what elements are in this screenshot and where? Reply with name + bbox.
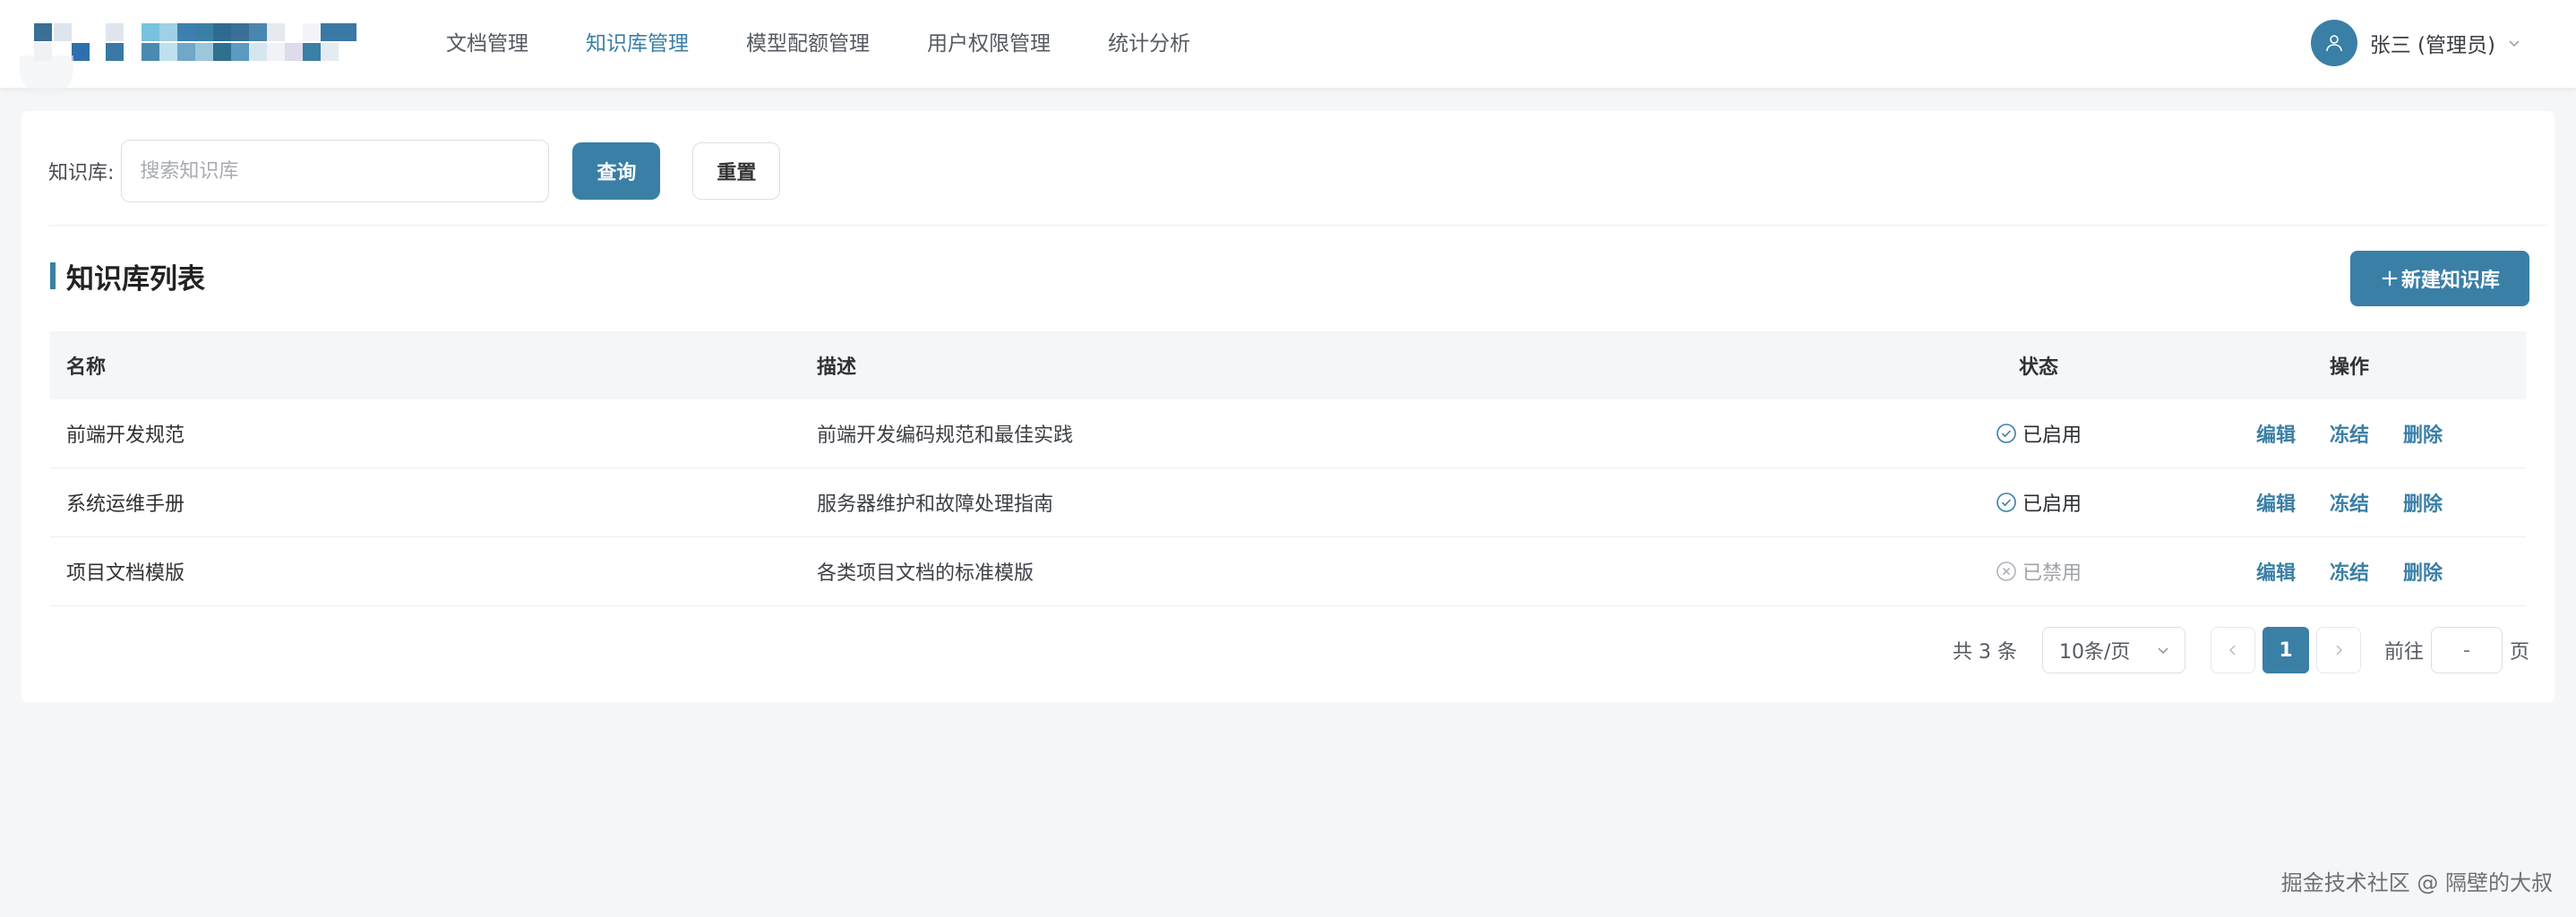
- page-size-select[interactable]: 10条/页: [2041, 627, 2185, 673]
- main-card: 知识库: 查询 重置 知识库列表 + 新建知识库 名称 描述 状态 操作 前端开…: [21, 111, 2555, 702]
- table-row: 系统运维手册 服务器维护和故障处理指南 已启用 编辑 冻结 删除: [50, 468, 2526, 537]
- chevron-down-icon: [2158, 647, 2168, 655]
- cell-desc: 服务器维护和故障处理指南: [817, 493, 1054, 516]
- status-badge: 已启用: [1996, 488, 2082, 517]
- check-circle-icon: [1996, 424, 2016, 443]
- header-name: 名称: [66, 356, 107, 379]
- main-nav: 文档管理 知识库管理 模型配额管理 用户权限管理 统计分析: [446, 0, 1248, 88]
- goto-page-input[interactable]: [2430, 627, 2503, 673]
- cell-name: 项目文档模版: [66, 562, 185, 585]
- header-ops: 操作: [2329, 356, 2369, 379]
- freeze-button[interactable]: 冻结: [2330, 557, 2369, 586]
- page-size-value: 10条/页: [2058, 641, 2131, 664]
- freeze-button[interactable]: 冻结: [2330, 419, 2369, 448]
- avatar[interactable]: [2310, 20, 2357, 66]
- top-header: 文档管理 知识库管理 模型配额管理 用户权限管理 统计分析 张三 (管理员): [0, 0, 2576, 97]
- new-knowledge-base-button[interactable]: + 新建知识库: [2350, 251, 2529, 306]
- chevron-right-icon: [2336, 645, 2343, 656]
- delete-button[interactable]: 删除: [2403, 557, 2443, 586]
- search-bar: 知识库: 查询 重置: [48, 140, 781, 202]
- reset-button[interactable]: 重置: [692, 142, 781, 200]
- table-header-row: 名称 描述 状态 操作: [50, 331, 2526, 399]
- cell-desc: 前端开发编码规范和最佳实践: [817, 424, 1074, 447]
- header-desc: 描述: [817, 356, 857, 379]
- chevron-down-icon[interactable]: [2506, 35, 2522, 51]
- user-name[interactable]: 张三 (管理员): [2370, 28, 2495, 58]
- total-count: 共 3 条: [1952, 641, 2017, 664]
- status-badge: 已禁用: [1996, 557, 2082, 586]
- cell-name: 前端开发规范: [66, 424, 185, 447]
- page-number-current[interactable]: 1: [2262, 627, 2309, 673]
- prev-page-button[interactable]: [2210, 627, 2255, 673]
- pagination: 共 3 条 10条/页 1 前往 页: [1953, 627, 2529, 673]
- edit-button[interactable]: 编辑: [2256, 419, 2296, 448]
- knowledge-base-table: 名称 描述 状态 操作 前端开发规范 前端开发编码规范和最佳实践 已启用 编辑 …: [50, 331, 2526, 606]
- new-button-label: 新建知识库: [2400, 270, 2500, 292]
- delete-button[interactable]: 删除: [2403, 488, 2443, 517]
- goto-label: 前往: [2383, 641, 2424, 664]
- status-text: 已禁用: [2022, 562, 2082, 585]
- next-page-button[interactable]: [2315, 627, 2361, 673]
- delete-button[interactable]: 删除: [2403, 419, 2443, 448]
- logo-decoration: [20, 56, 73, 97]
- nav-item-user-permissions[interactable]: 用户权限管理: [927, 0, 1051, 88]
- edit-button[interactable]: 编辑: [2256, 488, 2296, 517]
- header-status: 状态: [2018, 356, 2058, 379]
- watermark: 掘金技术社区 @ 隔壁的大叔: [2280, 870, 2553, 896]
- title-accent-bar: [50, 262, 56, 289]
- query-button[interactable]: 查询: [572, 142, 661, 200]
- edit-button[interactable]: 编辑: [2256, 557, 2296, 586]
- cell-name: 系统运维手册: [66, 493, 185, 516]
- plus-icon: +: [2380, 265, 2400, 292]
- nav-item-model-quota[interactable]: 模型配额管理: [746, 0, 870, 88]
- nav-item-statistics[interactable]: 统计分析: [1108, 0, 1190, 88]
- search-input[interactable]: [121, 140, 550, 202]
- nav-item-documents[interactable]: 文档管理: [446, 0, 528, 88]
- page-unit-label: 页: [2509, 641, 2529, 664]
- user-menu[interactable]: 张三 (管理员): [2310, 20, 2522, 66]
- status-text: 已启用: [2022, 493, 2082, 516]
- logo[interactable]: [34, 23, 358, 63]
- user-icon: [2325, 35, 2342, 52]
- check-circle-icon: [1996, 493, 2016, 512]
- divider: [48, 225, 2547, 226]
- search-label: 知识库:: [48, 162, 115, 184]
- table-row: 前端开发规范 前端开发编码规范和最佳实践 已启用 编辑 冻结 删除: [50, 399, 2526, 468]
- freeze-button[interactable]: 冻结: [2330, 488, 2369, 517]
- chevron-left-icon: [2228, 645, 2236, 656]
- table-row: 项目文档模版 各类项目文档的标准模版 已禁用 编辑 冻结 删除: [50, 537, 2526, 606]
- nav-item-knowledge-base[interactable]: 知识库管理: [586, 0, 689, 88]
- status-badge: 已启用: [1996, 419, 2082, 448]
- section-title: 知识库列表: [50, 258, 205, 296]
- page-title: 知识库列表: [66, 262, 205, 296]
- cell-desc: 各类项目文档的标准模版: [817, 562, 1035, 585]
- x-circle-icon: [1996, 561, 2016, 581]
- status-text: 已启用: [2022, 424, 2082, 447]
